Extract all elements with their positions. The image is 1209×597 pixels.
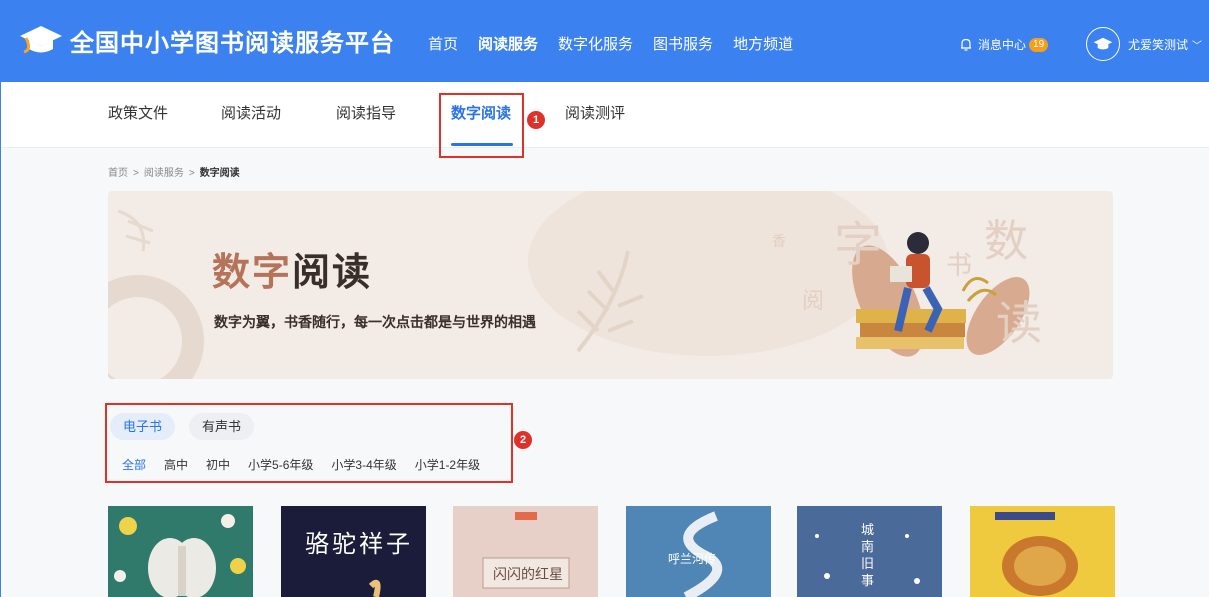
nav-digital-service[interactable]: 数字化服务 [558, 33, 633, 54]
book-card[interactable] [108, 506, 253, 597]
message-center[interactable]: 消息中心 19 [960, 36, 1049, 53]
hero-banner: 字 数 书 香 阅 读 数字阅读 数字为翼，书香随行，每一次点击都是与世界的相遇 [108, 191, 1113, 379]
nav-reading-service[interactable]: 阅读服务 [478, 33, 538, 54]
book-card[interactable]: 闪闪的红星 [453, 506, 598, 597]
user-name: 尤爱笑测试 [1128, 37, 1189, 52]
banner-title: 数字阅读 [212, 241, 372, 296]
site-title: 全国中小学图书阅读服务平台 [70, 29, 395, 57]
annotation-marker-2: 2 [514, 431, 532, 449]
grade-primary-1-2[interactable]: 小学1-2年级 [415, 458, 480, 472]
banner-deco-char: 阅 [802, 289, 825, 314]
tab-reading-activities[interactable]: 阅读活动 [221, 102, 281, 123]
sub-nav: 政策文件 阅读活动 阅读指导 数字阅读 阅读测评 [0, 82, 1209, 148]
tab-audiobook[interactable]: 有声书 [189, 413, 255, 440]
nav-local-channel[interactable]: 地方频道 [733, 33, 793, 54]
window-edge [0, 82, 1, 597]
tab-reading-assessment[interactable]: 阅读测评 [565, 102, 625, 123]
book-card[interactable]: 城南旧事 [797, 506, 942, 597]
banner-title-accent: 数字 [212, 249, 293, 294]
banner-title-rest: 阅读 [292, 249, 373, 294]
bell-icon [961, 38, 971, 51]
nav-home[interactable]: 首页 [428, 33, 458, 54]
grade-primary-5-6[interactable]: 小学5-6年级 [248, 458, 313, 472]
chevron-down-icon: ﹀ [1192, 40, 1203, 52]
breadcrumb-home[interactable]: 首页 [108, 168, 128, 179]
breadcrumb-reading-service[interactable]: 阅读服务 [144, 168, 184, 179]
highlight-box-1 [439, 93, 524, 158]
site-logo[interactable]: 全国中小学图书阅读服务平台 [18, 22, 395, 58]
top-header: 全国中小学图书阅读服务平台 首页 阅读服务 数字化服务 图书服务 地方频道 消息… [0, 0, 1209, 82]
annotation-marker-1: 1 [527, 111, 545, 129]
tab-reading-guidance[interactable]: 阅读指导 [336, 102, 396, 123]
breadcrumb: 首页 > 阅读服务 > 数字阅读 [108, 168, 240, 179]
main-nav: 首页 阅读服务 数字化服务 图书服务 地方频道 [428, 33, 813, 54]
book-cover-art [970, 506, 1115, 597]
banner-deco-char: 书 [946, 251, 973, 281]
book-cover-art [114, 514, 246, 597]
banner-deco-char: 读 [996, 296, 1042, 350]
book-card[interactable] [970, 506, 1115, 597]
grade-high-school[interactable]: 高中 [164, 458, 188, 472]
grade-filter: 全部 高中 初中 小学5-6年级 小学3-4年级 小学1-2年级 [122, 456, 498, 473]
tab-policy-documents[interactable]: 政策文件 [108, 102, 168, 123]
book-cover-art [368, 579, 381, 597]
nav-book-service[interactable]: 图书服务 [653, 33, 713, 54]
banner-deco-char: 香 [772, 234, 786, 250]
book-title: 城南旧事 [861, 523, 875, 589]
grade-primary-3-4[interactable]: 小学3-4年级 [331, 458, 396, 472]
graduation-cap-icon [20, 26, 62, 54]
banner-subtitle: 数字为翼，书香随行，每一次点击都是与世界的相遇 [214, 315, 536, 331]
avatar [1086, 27, 1120, 61]
book-title: 闪闪的红星 [493, 567, 563, 583]
grade-middle-school[interactable]: 初中 [206, 458, 230, 472]
grade-all[interactable]: 全部 [122, 458, 146, 472]
tab-ebook[interactable]: 电子书 [110, 413, 176, 440]
banner-deco-char: 字 [834, 217, 883, 273]
user-menu[interactable]: 尤爱笑测试 ﹀ [1086, 27, 1202, 61]
breadcrumb-current: 数字阅读 [199, 168, 240, 179]
book-card[interactable]: 骆驼祥子 [281, 506, 426, 597]
banner-deco-char: 数 [984, 216, 1028, 267]
book-title: 呼兰河传 [668, 552, 717, 566]
graduation-cap-icon [1093, 37, 1113, 50]
message-center-label: 消息中心 [978, 38, 1027, 52]
message-count-badge: 19 [1029, 37, 1049, 52]
book-card[interactable]: 呼兰河传 [626, 506, 771, 597]
